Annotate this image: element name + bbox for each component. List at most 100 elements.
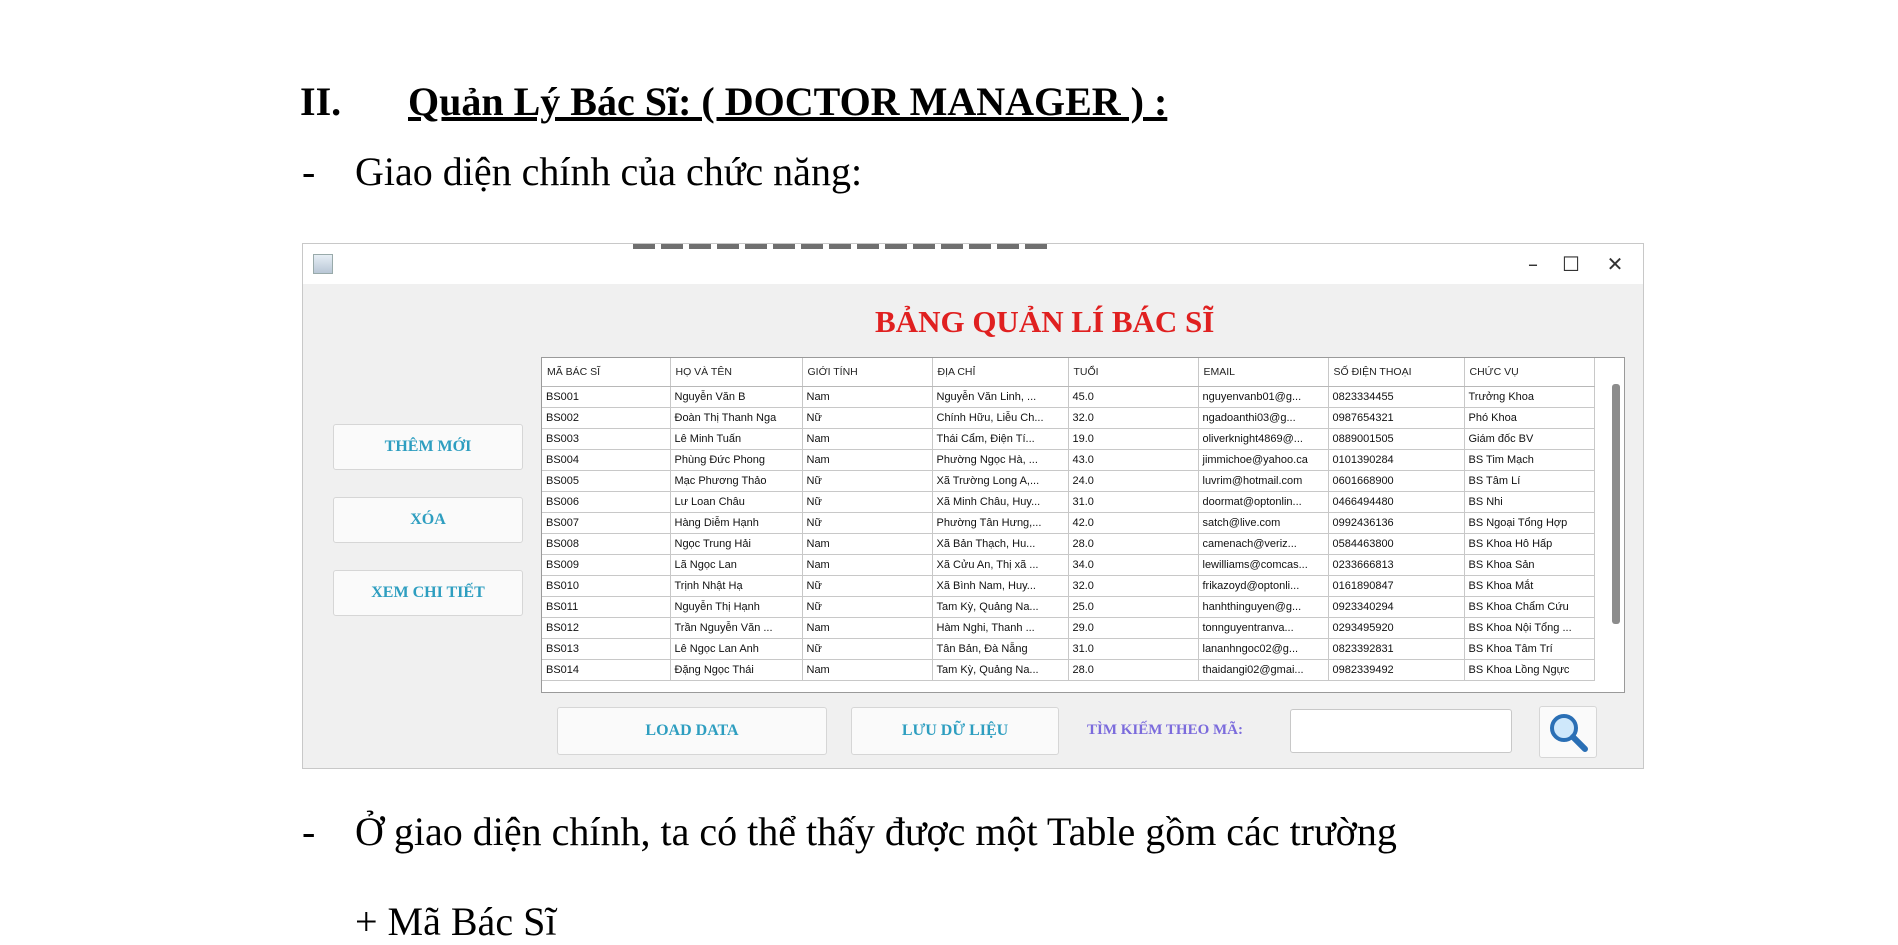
bullet-dash: -	[302, 809, 316, 854]
delete-button[interactable]: XÓA	[333, 497, 523, 543]
table-cell: BS Khoa Chẩm Cứu	[1464, 596, 1595, 618]
table-cell: Đoàn Thị Thanh Nga	[670, 407, 803, 429]
table-cell: 0823392831	[1328, 638, 1465, 660]
table-row[interactable]: BS002 Đoàn Thị Thanh Nga Nữ Chính Hữu, Liễu…	[542, 407, 1595, 429]
table-cell: Phường Tân Hưng,...	[932, 512, 1069, 534]
table-cell: Nữ	[802, 512, 933, 534]
section-number: II.	[300, 79, 342, 124]
table-cell: Trịnh Nhật Hạ	[670, 575, 803, 597]
minimize-button[interactable]: –	[1513, 248, 1553, 280]
table-cell: satch@live.com	[1198, 512, 1329, 534]
column-header[interactable]: GIỚI TÍNH	[802, 358, 933, 387]
table-cell: lewilliams@comcas...	[1198, 554, 1329, 576]
table-cell: Nam	[802, 659, 933, 681]
column-header[interactable]: CHỨC VỤ	[1464, 358, 1595, 387]
view-details-button[interactable]: XEM CHI TIẾT	[333, 570, 523, 616]
table-cell: BS014	[542, 659, 671, 681]
close-button[interactable]: ✕	[1595, 248, 1635, 280]
table-cell: 31.0	[1068, 638, 1199, 660]
table-cell: BS005	[542, 470, 671, 492]
table-cell: Xã Bình Nam, Huy...	[932, 575, 1069, 597]
table-cell: 32.0	[1068, 575, 1199, 597]
maximize-button[interactable]: ☐	[1551, 248, 1591, 280]
search-input[interactable]	[1290, 709, 1512, 753]
table-cell: 0584463800	[1328, 533, 1465, 555]
table-cell: 28.0	[1068, 659, 1199, 681]
table-row[interactable]: BS008 Ngọc Trung Hải Nam Xã Bản Thạch, Hu..…	[542, 533, 1595, 555]
table-cell: BS Khoa Hô Hấp	[1464, 533, 1595, 555]
table-row[interactable]: BS014 Đặng Ngọc Thái Nam Tam Kỳ, Quảng Na..…	[542, 659, 1595, 681]
java-app-icon	[313, 254, 333, 274]
table-cell: Nam	[802, 533, 933, 555]
table-row[interactable]: BS001 Nguyễn Văn B Nam Nguyễn Văn Linh, ...…	[542, 386, 1595, 408]
table-body: BS001 Nguyễn Văn B Nam Nguyễn Văn Linh, ...…	[542, 386, 1595, 681]
table-row[interactable]: BS010 Trịnh Nhật Hạ Nữ Xã Bình Nam, Huy... 3…	[542, 575, 1595, 597]
section-title: Quản Lý Bác Sĩ: ( DOCTOR MANAGER ) :	[408, 79, 1168, 124]
search-button[interactable]	[1539, 706, 1597, 758]
add-new-button[interactable]: THÊM MỚI	[333, 424, 523, 470]
table-cell: Nam	[802, 617, 933, 639]
table-cell: Hàm Nghi, Thanh ...	[932, 617, 1069, 639]
search-by-id-label: TÌM KIẾM THEO MÃ:	[1087, 722, 1243, 738]
save-data-button[interactable]: LƯU DỮ LIỆU	[851, 707, 1059, 755]
intro-paragraph: Giao diện chính của chức năng:	[355, 149, 863, 194]
table-cell: 25.0	[1068, 596, 1199, 618]
table-row[interactable]: BS012 Trần Nguyễn Văn ... Nam Hàm Nghi, Tha…	[542, 617, 1595, 639]
table-row[interactable]: BS009 Lã Ngọc Lan Nam Xã Cửu An, Thị xã ...…	[542, 554, 1595, 576]
table-cell: Nam	[802, 428, 933, 450]
table-cell: 45.0	[1068, 386, 1199, 408]
table-cell: lananhngoc02@g...	[1198, 638, 1329, 660]
table-cell: 0889001505	[1328, 428, 1465, 450]
table-cell: Trần Nguyễn Văn ...	[670, 617, 803, 639]
table-row[interactable]: BS004 Phùng Đức Phong Nam Phường Ngọc Hà, .…	[542, 449, 1595, 471]
table-cell: jimmichoe@yahoo.ca	[1198, 449, 1329, 471]
table-row[interactable]: BS003 Lê Minh Tuấn Nam Thái Cẩm, Điện Tí...…	[542, 428, 1595, 450]
table-cell: 43.0	[1068, 449, 1199, 471]
table-cell: Phó Khoa	[1464, 407, 1595, 429]
doctor-table[interactable]: MÃ BÁC SĨ HỌ VÀ TÊN GIỚI TÍNH ĐỊA CHỈ TUỔI EM…	[541, 357, 1625, 693]
table-scrollbar[interactable]	[1612, 384, 1620, 624]
column-header[interactable]: MÃ BÁC SĨ	[542, 358, 671, 387]
column-header[interactable]: SỐ ĐIỆN THOẠI	[1328, 358, 1465, 387]
magnifier-icon	[1550, 714, 1588, 752]
table-cell: BS008	[542, 533, 671, 555]
table-cell: BS006	[542, 491, 671, 513]
table-cell: Nguyễn Văn B	[670, 386, 803, 408]
table-cell: 28.0	[1068, 533, 1199, 555]
column-header[interactable]: ĐỊA CHỈ	[932, 358, 1069, 387]
table-cell: BS007	[542, 512, 671, 534]
table-cell: Lê Minh Tuấn	[670, 428, 803, 450]
table-cell: 0823334455	[1328, 386, 1465, 408]
table-cell: Nam	[802, 554, 933, 576]
table-cell: BS004	[542, 449, 671, 471]
table-cell: Xã Cửu An, Thị xã ...	[932, 554, 1069, 576]
table-cell: Nam	[802, 386, 933, 408]
table-cell: Nữ	[802, 575, 933, 597]
table-cell: BS Tim Mạch	[1464, 449, 1595, 471]
table-cell: Nam	[802, 449, 933, 471]
table-cell: Nữ	[802, 491, 933, 513]
column-header[interactable]: TUỔI	[1068, 358, 1199, 387]
table-cell: tonnguyentranva...	[1198, 617, 1329, 639]
column-header[interactable]: HỌ VÀ TÊN	[670, 358, 803, 387]
table-cell: BS001	[542, 386, 671, 408]
table-row[interactable]: BS007 Hàng Diễm Hạnh Nữ Phường Tân Hưng,...…	[542, 512, 1595, 534]
table-cell: frikazoyd@optonli...	[1198, 575, 1329, 597]
table-cell: thaidangi02@gmai...	[1198, 659, 1329, 681]
table-cell: Chính Hữu, Liễu Ch...	[932, 407, 1069, 429]
table-cell: Trưởng Khoa	[1464, 386, 1595, 408]
table-row[interactable]: BS006 Lư Loan Châu Nữ Xã Minh Châu, Huy... 3…	[542, 491, 1595, 513]
column-header[interactable]: EMAIL	[1198, 358, 1329, 387]
table-cell: Phùng Đức Phong	[670, 449, 803, 471]
table-cell: Lã Ngọc Lan	[670, 554, 803, 576]
load-data-button[interactable]: LOAD DATA	[557, 707, 827, 755]
table-cell: 0466494480	[1328, 491, 1465, 513]
table-cell: BS Khoa Mắt	[1464, 575, 1595, 597]
table-cell: BS Khoa Lồng Ngực	[1464, 659, 1595, 681]
table-cell: 0987654321	[1328, 407, 1465, 429]
table-cell: Tân Bản, Đà Nẵng	[932, 638, 1069, 660]
table-row[interactable]: BS013 Lê Ngọc Lan Anh Nữ Tân Bản, Đà Nẵng 31…	[542, 638, 1595, 660]
table-row[interactable]: BS011 Nguyễn Thị Hạnh Nữ Tam Kỳ, Quảng Na..…	[542, 596, 1595, 618]
table-row[interactable]: BS005 Mạc Phương Thảo Nữ Xã Trường Long A,.…	[542, 470, 1595, 492]
table-cell: camenach@veriz...	[1198, 533, 1329, 555]
